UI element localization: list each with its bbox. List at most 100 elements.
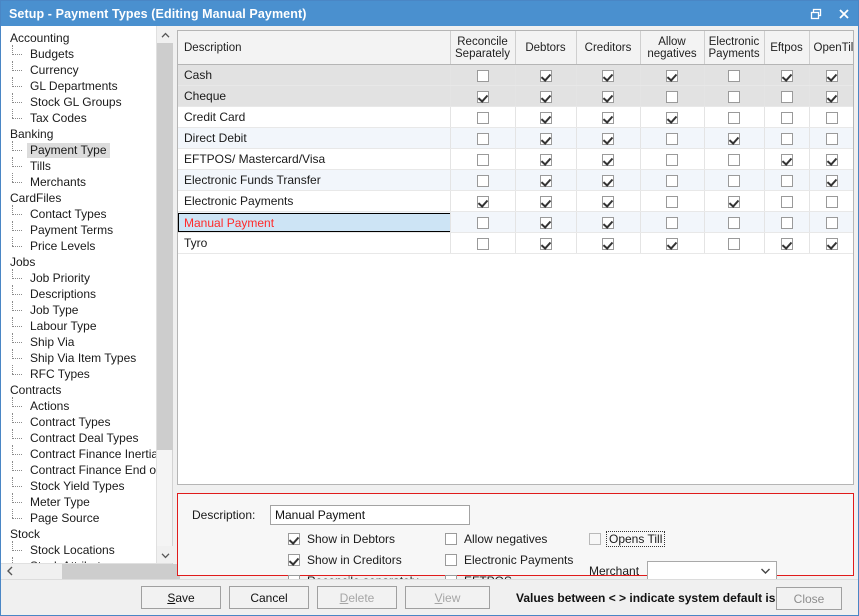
grid-checkbox-cell[interactable] [764, 212, 809, 233]
grid-checkbox-opentill[interactable] [826, 133, 838, 145]
grid-checkbox-electronic-payments[interactable] [728, 154, 740, 166]
grid-checkbox-reconcile[interactable] [477, 175, 489, 187]
grid-checkbox-cell[interactable] [764, 86, 809, 107]
grid-checkbox-cell[interactable] [450, 212, 515, 233]
close-window-button[interactable] [830, 1, 858, 26]
sidebar-item-page-source[interactable]: Page Source [1, 510, 172, 526]
payment-type-description-cell[interactable]: EFTPOS/ Mastercard/Visa [178, 149, 450, 170]
table-row[interactable]: Cash [178, 65, 854, 86]
grid-checkbox-cell[interactable] [450, 170, 515, 191]
grid-checkbox-allow-negatives[interactable] [666, 154, 678, 166]
grid-checkbox-electronic-payments[interactable] [728, 217, 740, 229]
grid-checkbox-cell[interactable] [450, 233, 515, 254]
grid-checkbox-cell[interactable] [764, 170, 809, 191]
close-button[interactable]: Close [776, 587, 842, 610]
grid-checkbox-reconcile[interactable] [477, 133, 489, 145]
grid-checkbox-cell[interactable] [704, 233, 764, 254]
grid-checkbox-allow-negatives[interactable] [666, 112, 678, 124]
electronic-payments-checkbox[interactable] [445, 554, 457, 566]
sidebar-item-gl-departments[interactable]: GL Departments [1, 78, 172, 94]
sidebar-item-payment-terms[interactable]: Payment Terms [1, 222, 172, 238]
grid-checkbox-cell[interactable] [576, 128, 640, 149]
grid-checkbox-cell[interactable] [809, 128, 854, 149]
table-row[interactable]: Electronic Payments [178, 191, 854, 212]
sidebar-item-contract-deal-types[interactable]: Contract Deal Types [1, 430, 172, 446]
grid-checkbox-eftpos[interactable] [781, 154, 793, 166]
allow-negatives-checkbox-row[interactable]: Allow negatives [445, 531, 589, 546]
sidebar-item-merchants[interactable]: Merchants [1, 174, 172, 190]
grid-checkbox-cell[interactable] [515, 191, 576, 212]
grid-checkbox-allow-negatives[interactable] [666, 91, 678, 103]
grid-checkbox-reconcile[interactable] [477, 217, 489, 229]
sidebar-item-ship-via-item-types[interactable]: Ship Via Item Types [1, 350, 172, 366]
grid-checkbox-opentill[interactable] [826, 175, 838, 187]
grid-checkbox-allow-negatives[interactable] [666, 196, 678, 208]
grid-checkbox-reconcile[interactable] [477, 112, 489, 124]
grid-checkbox-opentill[interactable] [826, 238, 838, 250]
grid-checkbox-cell[interactable] [576, 86, 640, 107]
grid-checkbox-debtors[interactable] [540, 196, 552, 208]
grid-checkbox-opentill[interactable] [826, 91, 838, 103]
grid-checkbox-debtors[interactable] [540, 133, 552, 145]
opens-till-checkbox[interactable] [589, 533, 601, 545]
grid-checkbox-debtors[interactable] [540, 112, 552, 124]
allow-negatives-checkbox[interactable] [445, 533, 457, 545]
grid-checkbox-debtors[interactable] [540, 238, 552, 250]
grid-checkbox-electronic-payments[interactable] [728, 133, 740, 145]
sidebar-item-job-priority[interactable]: Job Priority [1, 270, 172, 286]
scroll-down-button[interactable] [157, 546, 173, 563]
sidebar-horizontal-scrollbar[interactable] [1, 563, 172, 579]
grid-checkbox-opentill[interactable] [826, 70, 838, 82]
grid-checkbox-eftpos[interactable] [781, 133, 793, 145]
grid-checkbox-creditors[interactable] [602, 238, 614, 250]
sidebar-item-rfc-types[interactable]: RFC Types [1, 366, 172, 382]
grid-checkbox-eftpos[interactable] [781, 91, 793, 103]
grid-checkbox-electronic-payments[interactable] [728, 238, 740, 250]
grid-checkbox-creditors[interactable] [602, 133, 614, 145]
grid-checkbox-cell[interactable] [809, 107, 854, 128]
grid-checkbox-cell[interactable] [640, 170, 704, 191]
grid-checkbox-cell[interactable] [640, 128, 704, 149]
grid-checkbox-cell[interactable] [809, 149, 854, 170]
opens-till-checkbox-row[interactable]: Opens Till [589, 531, 777, 546]
grid-checkbox-cell[interactable] [450, 107, 515, 128]
grid-checkbox-cell[interactable] [704, 212, 764, 233]
grid-checkbox-cell[interactable] [450, 65, 515, 86]
grid-checkbox-cell[interactable] [809, 65, 854, 86]
grid-checkbox-debtors[interactable] [540, 70, 552, 82]
grid-checkbox-cell[interactable] [809, 212, 854, 233]
sidebar-item-accounting[interactable]: Accounting [1, 30, 172, 46]
sidebar-item-tills[interactable]: Tills [1, 158, 172, 174]
grid-column-header[interactable]: Creditors [576, 31, 640, 65]
grid-checkbox-cell[interactable] [640, 191, 704, 212]
grid-checkbox-eftpos[interactable] [781, 70, 793, 82]
grid-checkbox-creditors[interactable] [602, 70, 614, 82]
grid-checkbox-cell[interactable] [576, 149, 640, 170]
electronic-payments-checkbox-row[interactable]: Electronic Payments [445, 552, 589, 567]
sidebar-item-actions[interactable]: Actions [1, 398, 172, 414]
grid-checkbox-cell[interactable] [576, 191, 640, 212]
sidebar-vertical-scrollbar[interactable] [156, 26, 172, 563]
grid-checkbox-eftpos[interactable] [781, 196, 793, 208]
grid-column-header[interactable]: Electronic Payments [704, 31, 764, 65]
grid-checkbox-cell[interactable] [515, 65, 576, 86]
payment-type-description-cell[interactable]: Cheque [178, 86, 450, 107]
grid-checkbox-cell[interactable] [576, 65, 640, 86]
sidebar-item-currency[interactable]: Currency [1, 62, 172, 78]
sidebar-item-cardfiles[interactable]: CardFiles [1, 190, 172, 206]
sidebar-item-banking[interactable]: Banking [1, 126, 172, 142]
table-row[interactable]: Cheque [178, 86, 854, 107]
payment-type-description-cell[interactable]: Cash [178, 65, 450, 86]
grid-checkbox-opentill[interactable] [826, 196, 838, 208]
table-row[interactable]: Manual Payment [178, 212, 854, 233]
grid-checkbox-eftpos[interactable] [781, 217, 793, 229]
grid-checkbox-reconcile[interactable] [477, 154, 489, 166]
sidebar-item-payment-type[interactable]: Payment Type [1, 142, 172, 158]
grid-checkbox-cell[interactable] [450, 128, 515, 149]
grid-checkbox-allow-negatives[interactable] [666, 175, 678, 187]
payment-type-description-cell[interactable]: Electronic Funds Transfer [178, 170, 450, 191]
grid-checkbox-electronic-payments[interactable] [728, 112, 740, 124]
grid-column-header[interactable]: Description [178, 31, 450, 65]
table-row[interactable]: Direct Debit [178, 128, 854, 149]
grid-checkbox-cell[interactable] [764, 149, 809, 170]
